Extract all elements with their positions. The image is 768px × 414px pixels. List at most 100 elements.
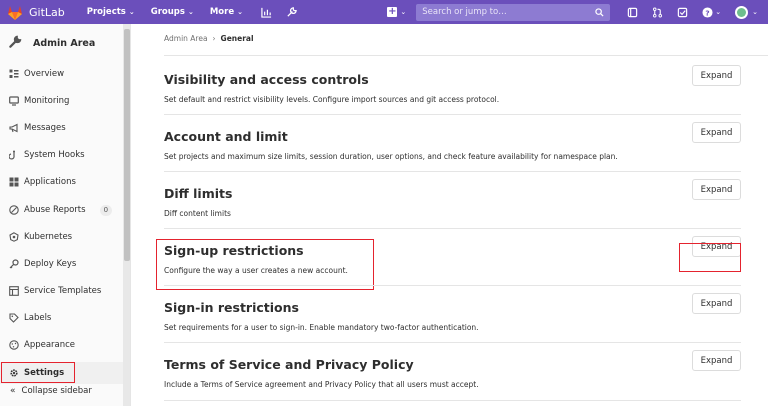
section-divider — [164, 400, 741, 401]
sidebar-item-service-templates[interactable]: Service Templates — [0, 280, 124, 302]
breadcrumb-current[interactable]: General — [221, 34, 254, 43]
user-menu[interactable]: ⌄ — [728, 5, 758, 19]
section-description: Set default and restrict visibility leve… — [164, 95, 500, 104]
sidebar-scrollbar[interactable] — [123, 24, 130, 406]
gitlab-logo[interactable]: GitLab — [7, 5, 65, 20]
groups-label: Groups — [150, 7, 185, 17]
section-title: Terms of Service and Privacy Policy — [164, 357, 414, 372]
sidebar-item-labels[interactable]: Labels — [0, 307, 124, 329]
groups-dropdown[interactable]: Groups ⌄ — [151, 7, 194, 17]
expand-button[interactable]: Expand — [692, 293, 741, 314]
section-description: Diff content limits — [164, 209, 231, 218]
admin-wrench-icon[interactable] — [286, 6, 297, 18]
settings-section-diff-limits: Diff limits Diff content limits Expand — [164, 179, 741, 243]
sidebar-title: Admin Area — [33, 37, 96, 49]
megaphone-icon — [8, 123, 19, 134]
help-icon: ? — [702, 6, 713, 18]
count-badge: 0 — [99, 204, 113, 216]
activity-chart-icon[interactable] — [261, 7, 272, 18]
admin-sidebar: Admin Area Overview Monitoring Messages … — [0, 24, 131, 406]
settings-section-visibility: Visibility and access controls Set defau… — [164, 65, 741, 129]
hook-icon — [8, 150, 19, 161]
search-input[interactable] — [422, 7, 583, 17]
sidebar-item-applications[interactable]: Applications — [0, 171, 124, 193]
chevron-down-icon: ⌄ — [237, 8, 243, 16]
sidebar-item-appearance[interactable]: Appearance — [0, 334, 124, 356]
settings-section-terms: Terms of Service and Privacy Policy Incl… — [164, 350, 741, 414]
section-description: Include a Terms of Service agreement and… — [164, 380, 479, 389]
sidebar-item-kubernetes[interactable]: Kubernetes — [0, 226, 124, 248]
section-divider — [164, 228, 741, 229]
sidebar-item-abuse-reports[interactable]: Abuse Reports 0 — [0, 199, 124, 221]
more-dropdown[interactable]: More ⌄ — [210, 7, 243, 17]
section-title: Visibility and access controls — [164, 72, 369, 87]
sidebar-item-deploy-keys[interactable]: Deploy Keys — [0, 253, 124, 275]
sidebar-item-label: Applications — [24, 177, 76, 187]
sidebar-item-label: Service Templates — [24, 286, 102, 296]
key-icon — [8, 259, 19, 270]
sidebar-header[interactable]: Admin Area — [0, 24, 124, 62]
help-dropdown[interactable]: ? ⌄ — [702, 6, 722, 18]
top-navbar: GitLab Projects ⌄ Groups ⌄ More ⌄ + ⌄ Se… — [0, 0, 768, 24]
expand-button[interactable]: Expand — [692, 179, 741, 200]
main-content: Admin Area › General Visibility and acce… — [131, 24, 768, 406]
collapse-label: Collapse sidebar — [21, 386, 92, 396]
chevron-down-icon: ⌄ — [400, 8, 407, 16]
more-label: More — [209, 7, 235, 17]
sidebar-item-messages[interactable]: Messages — [0, 117, 124, 139]
sidebar-item-label: Abuse Reports — [24, 205, 86, 215]
new-item-dropdown[interactable]: + ⌄ — [387, 7, 406, 17]
label-icon — [8, 313, 19, 324]
sidebar-item-label: Labels — [24, 313, 52, 323]
breadcrumb-divider — [164, 55, 768, 56]
sidebar-item-label: Overview — [24, 69, 65, 79]
overview-icon — [8, 69, 19, 80]
search-box[interactable] — [416, 3, 611, 21]
expand-button[interactable]: Expand — [692, 65, 741, 86]
breadcrumb-admin-area[interactable]: Admin Area — [164, 34, 208, 43]
abuse-icon — [8, 205, 19, 216]
sidebar-item-label: System Hooks — [24, 150, 85, 160]
breadcrumb: Admin Area › General — [164, 34, 254, 43]
sidebar-item-overview[interactable]: Overview — [0, 63, 124, 85]
sign-up-highlight-box — [156, 239, 374, 290]
applications-icon — [8, 177, 19, 188]
gitlab-tanuki-icon — [8, 5, 22, 20]
appearance-icon — [8, 340, 19, 351]
projects-label: Projects — [86, 7, 126, 17]
monitor-icon — [8, 96, 19, 107]
sidebar-item-label: Appearance — [24, 340, 76, 350]
merge-request-icon[interactable] — [652, 7, 663, 18]
app-name: GitLab — [29, 5, 65, 19]
chevron-down-icon: ⌄ — [715, 8, 722, 16]
chevron-down-icon: ⌄ — [752, 8, 758, 16]
chevron-down-icon: ⌄ — [128, 8, 135, 16]
issues-icon[interactable] — [627, 7, 638, 18]
settings-section-account-limit: Account and limit Set projects and maxim… — [164, 122, 741, 186]
sidebar-item-label: Monitoring — [24, 96, 70, 106]
collapse-sidebar-button[interactable]: « Collapse sidebar — [0, 376, 124, 406]
todo-check-icon[interactable] — [677, 7, 688, 18]
section-description: Set requirements for a user to sign-in. … — [164, 323, 479, 332]
expand-button[interactable]: Expand — [692, 350, 741, 371]
section-title: Account and limit — [164, 129, 288, 144]
chevron-down-icon: ⌄ — [187, 8, 194, 16]
section-divider — [164, 114, 741, 115]
sidebar-item-label: Messages — [24, 123, 66, 133]
section-divider — [164, 342, 741, 343]
sidebar-item-monitoring[interactable]: Monitoring — [0, 90, 124, 112]
kubernetes-icon — [8, 232, 19, 243]
sidebar-item-system-hooks[interactable]: System Hooks — [0, 144, 124, 166]
expand-button[interactable]: Expand — [692, 122, 741, 143]
avatar — [735, 5, 749, 19]
section-title: Diff limits — [164, 186, 233, 201]
expand-highlight-box — [679, 243, 741, 272]
wrench-icon — [8, 34, 23, 53]
settings-section-sign-in-restrictions: Sign-in restrictions Set requirements fo… — [164, 293, 741, 357]
projects-dropdown[interactable]: Projects ⌄ — [87, 7, 135, 17]
sidebar-item-label: Kubernetes — [24, 232, 73, 242]
svg-text:?: ? — [706, 8, 710, 17]
double-chevron-left-icon: « — [10, 386, 16, 396]
sidebar-item-label: Deploy Keys — [24, 259, 77, 269]
scrollbar-thumb[interactable] — [124, 29, 130, 261]
